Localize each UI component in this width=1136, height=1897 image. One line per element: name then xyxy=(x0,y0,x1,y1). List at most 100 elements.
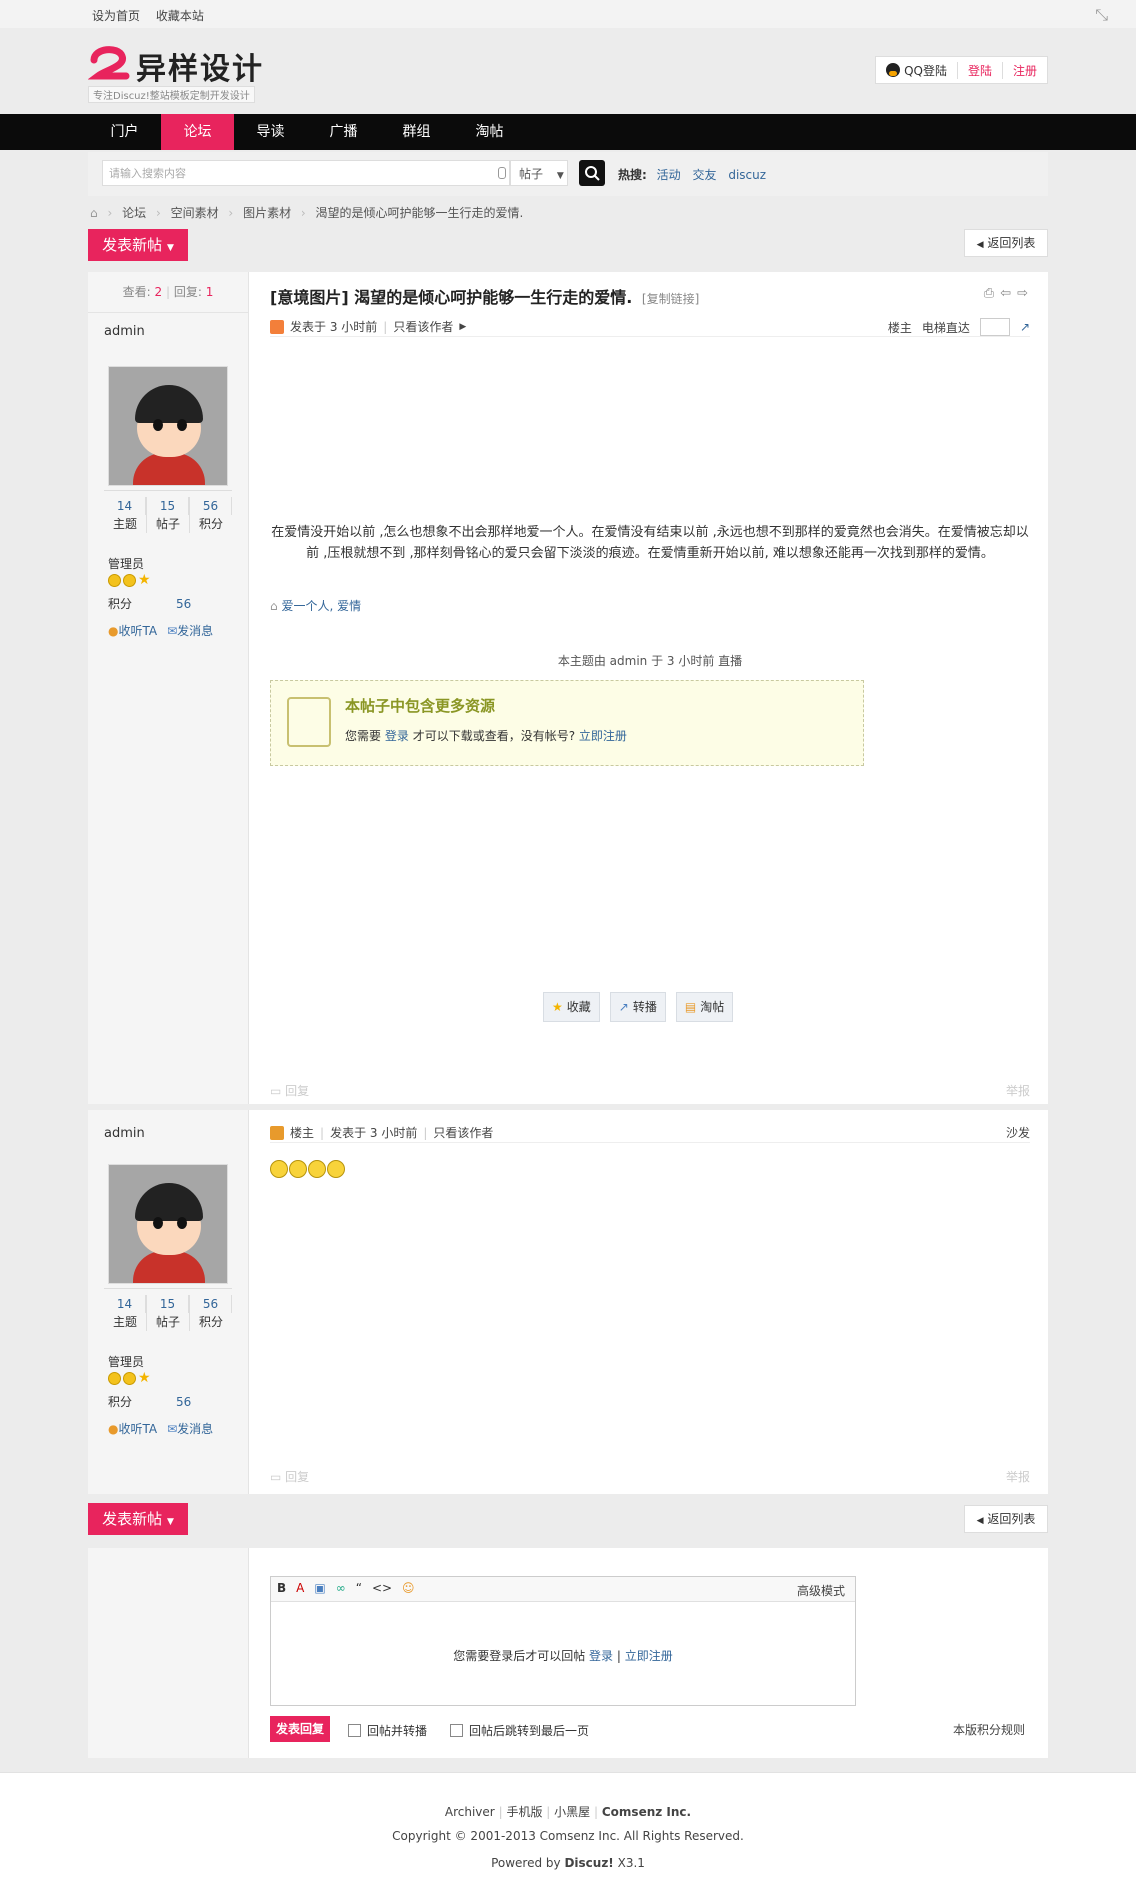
site-logo[interactable]: 异样设计 专注Discuz!整站模板定制开发设计 xyxy=(88,42,298,103)
checkbox[interactable] xyxy=(450,1724,463,1737)
advanced-mode-link[interactable]: 高级模式 xyxy=(797,1582,845,1599)
footer-powered: Powered by Discuz! X3.1 xyxy=(0,1856,1136,1870)
submit-reply-button[interactable]: 发表回复 xyxy=(270,1716,330,1742)
reply-link[interactable]: ▭ 回复 xyxy=(270,1470,309,1484)
nav-item-forum[interactable]: 论坛 xyxy=(161,114,234,150)
only-author-link[interactable]: 只看该作者 xyxy=(433,1124,493,1141)
thread-category[interactable]: [意境图片] xyxy=(270,288,349,307)
microphone-icon[interactable] xyxy=(498,167,506,179)
quote-icon[interactable]: “ xyxy=(356,1581,362,1595)
only-author-link[interactable]: 只看该作者 xyxy=(393,318,453,335)
copy-link[interactable]: [复制链接] xyxy=(642,292,699,306)
nav-item-collections[interactable]: 淘帖 xyxy=(453,114,526,150)
image-icon[interactable]: ▣ xyxy=(314,1581,325,1595)
reply-link[interactable]: ▭ 回复 xyxy=(270,1084,309,1098)
credit-line: 积分 56 xyxy=(108,1393,191,1410)
back-to-list-button[interactable]: ◀ 返回列表 xyxy=(964,1505,1048,1533)
expand-icon[interactable]: ⤡ xyxy=(1095,5,1108,25)
stat-posts-label: 帖子 xyxy=(155,517,180,531)
nav-item-broadcast[interactable]: 广播 xyxy=(307,114,380,150)
floor-jump-input[interactable] xyxy=(979,318,1010,336)
nav-item-groups[interactable]: 群组 xyxy=(380,114,453,150)
stat-topics[interactable]: 14 主题 xyxy=(104,1295,147,1331)
stat-posts-value: 15 xyxy=(147,497,189,515)
reply-editor[interactable]: B A ▣ ∞ “ <> ☺ 高级模式 您需要登录后才可以回帖 登录 | 立即注… xyxy=(270,1576,856,1706)
hot-link[interactable]: 活动 xyxy=(657,168,681,182)
message-button[interactable]: ✉发消息 xyxy=(167,622,213,639)
new-post-button[interactable]: 发表新帖 ▼ xyxy=(88,229,188,261)
post-content: 在爱情没开始以前 ,怎么也想象不出会那样地爱一个人。在爱情没有结束以前 ,永远也… xyxy=(271,525,1029,561)
emoji-content xyxy=(270,1160,345,1178)
checkbox[interactable] xyxy=(348,1724,361,1737)
author-actions: ●收听TA ✉发消息 xyxy=(108,622,213,639)
stat-posts[interactable]: 15 帖子 xyxy=(147,497,190,533)
breadcrumb-item[interactable]: 渴望的是倾心呵护能够一生行走的爱情. xyxy=(316,206,524,220)
link-icon[interactable]: ∞ xyxy=(336,1581,346,1595)
breadcrumb-item[interactable]: 空间素材 xyxy=(171,206,219,220)
home-icon[interactable]: ⌂ xyxy=(90,206,98,220)
search-type-select[interactable]: 帖子 ▼ xyxy=(510,160,568,186)
code-icon[interactable]: <> xyxy=(372,1581,392,1595)
locked-title: 本帖子中包含更多资源 xyxy=(345,697,496,715)
breadcrumb-item[interactable]: 论坛 xyxy=(122,206,146,220)
smiley-icon[interactable]: ☺ xyxy=(402,1581,415,1595)
editor-login-link[interactable]: 登录 xyxy=(589,1649,613,1663)
go-icon[interactable]: ↗ xyxy=(1020,320,1030,334)
register-link[interactable]: 注册 xyxy=(1001,61,1047,79)
search-button[interactable] xyxy=(579,160,605,186)
next-icon[interactable]: ⇨ xyxy=(1017,286,1028,301)
footer-company[interactable]: Comsenz Inc. xyxy=(602,1805,691,1819)
breadcrumb-item[interactable]: 图片素材 xyxy=(243,206,291,220)
editor-register-link[interactable]: 立即注册 xyxy=(625,1649,673,1663)
prev-icon[interactable]: ⇦ xyxy=(1000,286,1011,301)
star-icon: ★ xyxy=(552,1000,563,1014)
post-time: 发表于 3 小时前 xyxy=(290,320,378,334)
footer-link[interactable]: 手机版 xyxy=(506,1805,542,1819)
back-to-list-button[interactable]: ◀ 返回列表 xyxy=(964,229,1048,257)
favorite-button[interactable]: ★ 收藏 xyxy=(543,992,600,1022)
credit-rules-link[interactable]: 本版积分规则 xyxy=(953,1721,1025,1738)
stat-credits[interactable]: 56 积分 xyxy=(190,497,232,533)
author-name[interactable]: admin xyxy=(104,324,145,339)
print-icon[interactable]: ⎙ xyxy=(984,286,994,301)
author-name[interactable]: admin xyxy=(104,1126,145,1141)
hot-link[interactable]: discuz xyxy=(728,168,766,182)
font-color-icon[interactable]: A xyxy=(296,1581,304,1595)
new-post-button[interactable]: 发表新帖 ▼ xyxy=(88,1503,188,1535)
jump-last-checkbox[interactable]: 回帖后跳转到最后一页 xyxy=(450,1722,589,1739)
avatar[interactable] xyxy=(108,366,228,486)
meta-divider: | xyxy=(383,319,388,334)
stat-posts[interactable]: 15 帖子 xyxy=(147,1295,190,1331)
collect-button[interactable]: ▤ 淘帖 xyxy=(675,992,734,1022)
stat-credits[interactable]: 56 积分 xyxy=(190,1295,232,1331)
stat-credits-value: 56 xyxy=(190,497,232,515)
nav-item-guide[interactable]: 导读 xyxy=(234,114,307,150)
qq-login-button[interactable]: QQ登陆 xyxy=(876,62,957,79)
hot-link[interactable]: 交友 xyxy=(692,168,716,182)
stat-topics[interactable]: 14 主题 xyxy=(104,497,147,533)
sun-icon xyxy=(108,1372,121,1385)
footer-link[interactable]: 小黑屋 xyxy=(554,1805,590,1819)
bold-icon[interactable]: B xyxy=(277,1581,286,1595)
share-button[interactable]: ↗ 转播 xyxy=(609,992,666,1022)
footer-link[interactable]: Archiver xyxy=(445,1805,495,1819)
search-bar: 请输入搜索内容 帖子 ▼ 热搜: 活动 交友 discuz xyxy=(88,152,1048,196)
message-button[interactable]: ✉发消息 xyxy=(167,1420,213,1437)
bookmark-link[interactable]: 收藏本站 xyxy=(156,9,204,23)
search-input[interactable]: 请输入搜索内容 xyxy=(102,160,510,186)
avatar[interactable] xyxy=(108,1164,228,1284)
share-checkbox[interactable]: 回帖并转播 xyxy=(348,1722,427,1739)
login-link[interactable]: 登陆 xyxy=(956,61,1002,79)
locked-register-link[interactable]: 立即注册 xyxy=(579,729,627,743)
message-label: 发消息 xyxy=(177,624,214,638)
follow-button[interactable]: ●收听TA xyxy=(108,1420,157,1437)
report-link[interactable]: 举报 xyxy=(1006,1468,1030,1485)
follow-button[interactable]: ●收听TA xyxy=(108,622,157,639)
qq-login-label: QQ登陆 xyxy=(904,63,947,78)
locked-login-link[interactable]: 登录 xyxy=(385,729,409,743)
tag-links[interactable]: 爱一个人, 爱情 xyxy=(281,599,361,613)
powered-brand[interactable]: Discuz! xyxy=(564,1856,613,1870)
set-home-link[interactable]: 设为首页 xyxy=(92,9,140,23)
nav-item-portal[interactable]: 门户 xyxy=(88,114,161,150)
report-link[interactable]: 举报 xyxy=(1006,1082,1030,1099)
